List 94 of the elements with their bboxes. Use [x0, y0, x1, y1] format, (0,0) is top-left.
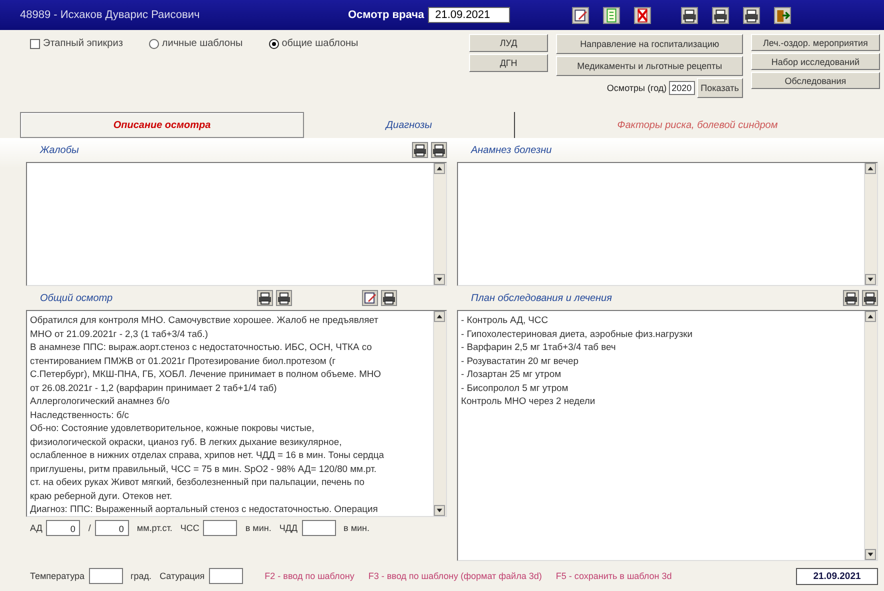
section-title: Анамнез болезни	[471, 144, 553, 156]
side-button[interactable]: Набор исследований	[750, 53, 880, 70]
text-line: приглушены, ритм правильный, ЧСС = 75 в мин. SpO2 - 98% АД= 120/80 мм.рт.	[30, 462, 378, 475]
template-label: личные шаблоны	[162, 38, 243, 49]
scrollbar[interactable]	[864, 163, 877, 285]
action-button[interactable]: Направление на госпитализацию	[556, 34, 743, 54]
text-line: стентированием ПМЖВ от 01.2021г Протезирование биол.протезом (г	[30, 354, 336, 367]
vital-field[interactable]	[203, 520, 238, 536]
vital-label: ЧДД	[279, 523, 298, 533]
template-radio[interactable]	[148, 38, 159, 48]
vital-field[interactable]	[208, 568, 243, 584]
text-line: Обратился для контроля МНО. Самочувствие хорошее. Жалоб не предъявляет	[30, 313, 380, 326]
shortcut-hint: F5 - сохранить в шаблон 3d	[556, 571, 672, 581]
exam-label: Осмотр врача	[348, 9, 424, 21]
exams-year-field[interactable]: 2020	[668, 81, 695, 95]
notepad-icon[interactable]	[572, 6, 590, 24]
scroll-down-button[interactable]	[434, 274, 445, 285]
text-line: Диагноз: ППС: Выраженный аортальный стеноз с недостаточностью. Операция	[30, 502, 379, 516]
text-line: - Бисопролол 5 мг утром	[461, 380, 570, 394]
text-line: Контроль МНО через 2 недели	[461, 394, 596, 408]
text-line: - Гипохолестериновая диета, аэробные физ.нагрузки	[461, 326, 694, 340]
staged-epicrisis-checkbox[interactable]: Этапный эпикриз	[30, 38, 123, 49]
text-line: МНО от 21.09.2021г - 2,3 (1 таб+3/4 таб.)	[30, 326, 210, 340]
side-button[interactable]: Леч.-оздор. мероприятия	[750, 34, 880, 51]
printer-icon[interactable]	[743, 6, 760, 24]
template-radio[interactable]	[268, 38, 279, 48]
text-line: ст. на обеих руках Живот мягкий, безболезненный при пальпации, печень по	[30, 475, 366, 488]
scroll-up-button[interactable]	[434, 163, 445, 174]
vital-label: /	[88, 523, 91, 533]
delete-document-icon[interactable]	[634, 6, 652, 24]
exams-year-label: Осмотры (год)	[606, 83, 667, 93]
action-button[interactable]: Медикаменты и льготные рецепты	[556, 56, 743, 76]
text-line: - Лозартан 25 мг утром	[461, 367, 562, 380]
printer-icon[interactable]	[681, 6, 698, 24]
short-button[interactable]: ДГН	[468, 54, 548, 72]
scroll-up-button[interactable]	[865, 163, 876, 174]
vital-label: в мин.	[245, 523, 272, 533]
template-label: общие шаблоны	[282, 38, 358, 49]
exam-date-field[interactable]: 21.09.2021	[428, 7, 510, 23]
text-area[interactable]	[26, 310, 447, 517]
vital-label: Сатурация	[160, 571, 205, 581]
scrollbar[interactable]	[433, 311, 446, 516]
text-line: от 26.08.2021г - 1,2 (варфарин принимает 2 таб+1/4 таб)	[30, 380, 278, 394]
printer-icon[interactable]	[843, 290, 859, 306]
vital-field[interactable]	[302, 520, 336, 536]
scrollbar[interactable]	[864, 311, 877, 560]
text-line: краю реберной дуги. Отеков нет.	[30, 488, 174, 502]
vital-label: град.	[130, 571, 152, 581]
scroll-down-button[interactable]	[865, 549, 876, 560]
side-button[interactable]: Обследования	[750, 72, 880, 89]
printer-icon[interactable]	[862, 290, 878, 306]
patient-title: 48989 - Исхаков Дуварис Раисович	[20, 9, 201, 21]
text-line: ослабленное в нижних отделах справа, хрипов нет. ЧДД = 16 в мин. Тоны сердца	[30, 448, 385, 462]
tab[interactable]: Факторы риска, болевой синдром	[515, 112, 880, 138]
short-button[interactable]: ЛУД	[468, 34, 548, 52]
shortcut-hint: F3 - ввод по шаблону (формат файла 3d)	[368, 571, 542, 581]
vital-label: ЧСС	[180, 523, 200, 533]
scroll-down-button[interactable]	[865, 274, 876, 285]
text-line: В анамнезе ППС: выраж.аорт.стеноз с недостаточностью. ИБС, ОСН, ЧТКА со	[30, 340, 373, 354]
vital-field[interactable]: 0	[94, 520, 129, 536]
text-line: Наследственность: б/с	[30, 408, 130, 421]
section-title: План обследования и лечения	[471, 292, 613, 304]
vital-field[interactable]: 0	[46, 520, 80, 536]
printer-icon[interactable]	[276, 290, 292, 306]
vital-label: мм.рт.ст.	[136, 523, 172, 533]
text-line: - Варфарин 2,5 мг 1таб+3/4 таб веч	[461, 340, 617, 354]
text-line: - Контроль АД, ЧСС	[461, 313, 549, 326]
section-title: Общий осмотр	[40, 292, 114, 304]
vital-label: Температура	[30, 571, 85, 581]
date-field[interactable]: 21.09.2021	[796, 568, 878, 584]
printer-icon[interactable]	[431, 142, 447, 158]
printer-icon[interactable]	[257, 290, 273, 306]
scrollbar[interactable]	[433, 163, 446, 285]
tab[interactable]: Описание осмотра	[20, 112, 304, 138]
text-line: С.Петербург), МКШ-ПНА, ГБ, ХОБЛ. Лечение принимает в полном объеме. МНО	[30, 367, 382, 380]
vital-label: АД	[30, 523, 42, 533]
scroll-up-button[interactable]	[434, 311, 445, 322]
document-icon[interactable]	[603, 6, 620, 24]
notepad-icon[interactable]	[362, 290, 378, 306]
printer-icon[interactable]	[381, 290, 397, 306]
shortcut-hint: F2 - ввод по шаблону	[264, 571, 354, 581]
exit-icon[interactable]	[774, 6, 792, 24]
scroll-down-button[interactable]	[434, 505, 445, 516]
text-line: Аллергологический анамнез б/о	[30, 394, 171, 408]
section-title: Жалобы	[40, 144, 80, 156]
text-line: физиологической окраски, цианоз губ. В легких дыхание везикулярное,	[30, 434, 343, 448]
printer-icon[interactable]	[712, 6, 730, 24]
vital-field[interactable]	[88, 568, 123, 584]
printer-icon[interactable]	[412, 142, 428, 158]
scroll-up-button[interactable]	[865, 311, 876, 322]
text-line: - Розувастатин 20 мг вечер	[461, 354, 580, 367]
show-button[interactable]: Показать	[696, 78, 743, 98]
vital-label: в мин.	[344, 523, 370, 533]
text-line: Об-но: Состояние удовлетворительное, кожные покровы чистые,	[30, 421, 316, 434]
